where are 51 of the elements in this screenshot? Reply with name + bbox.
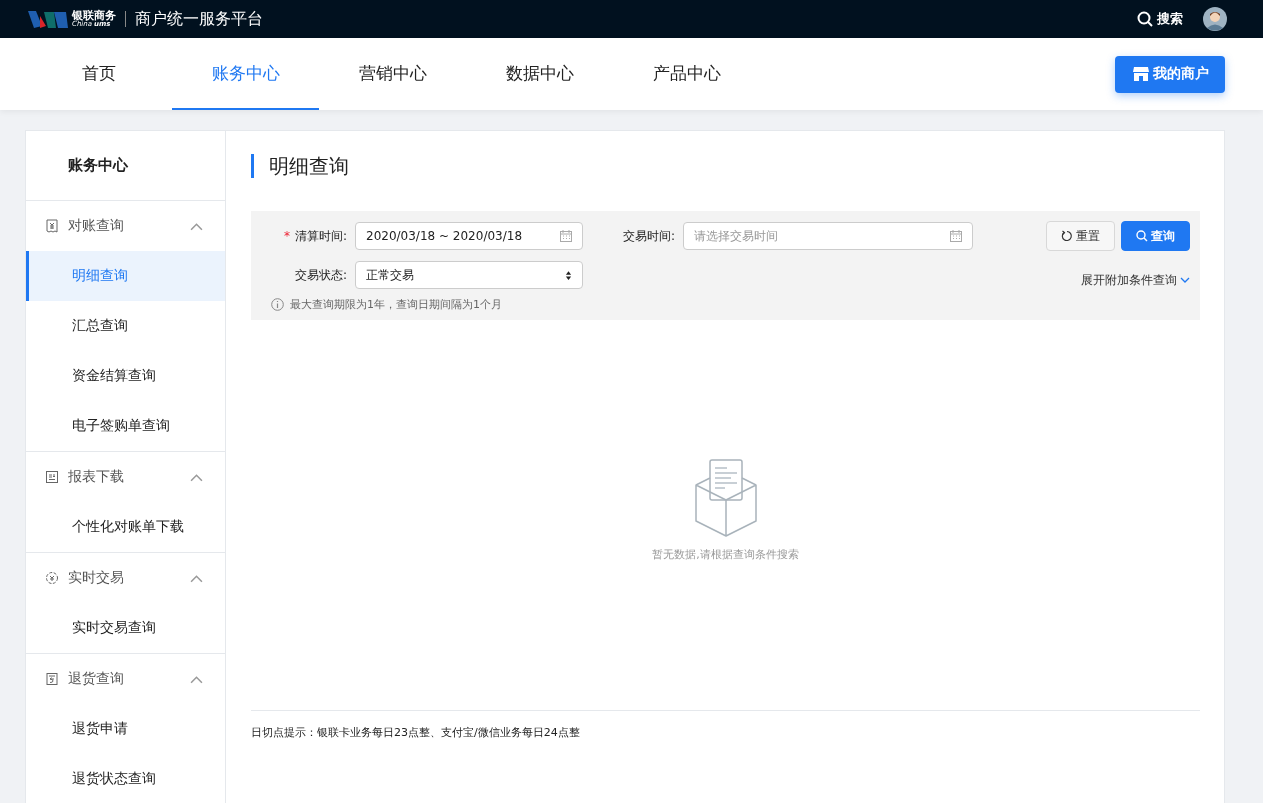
avatar-icon[interactable] <box>1203 7 1227 31</box>
sidebar-item[interactable]: 汇总查询 <box>26 301 225 351</box>
reset-button[interactable]: 重置 <box>1046 221 1115 251</box>
empty-message: 暂无数据,请根据查询条件搜索 <box>652 546 799 562</box>
nav-tab[interactable]: 数据中心 <box>466 38 613 110</box>
my-merchant-button[interactable]: 我的商户 <box>1115 55 1225 93</box>
nav-tab[interactable]: 产品中心 <box>613 38 760 110</box>
search-icon <box>1136 230 1148 242</box>
logo-icon <box>26 8 70 30</box>
expand-conditions-link[interactable]: 展开附加条件查询 <box>1081 272 1190 289</box>
group-icon <box>45 470 59 484</box>
status-label: 交易状态: <box>293 266 348 284</box>
status-select[interactable]: 正常交易 <box>355 261 583 289</box>
sidebar-item[interactable]: 退货申请 <box>26 704 225 754</box>
nav-tab[interactable]: 营销中心 <box>319 38 466 110</box>
calendar-icon <box>950 230 962 242</box>
sidebar-title: 账务中心 <box>26 131 225 201</box>
trade-time-label: 交易时间: <box>621 227 676 245</box>
search-link[interactable]: 搜索 <box>1137 10 1183 28</box>
empty-box-icon <box>694 458 757 537</box>
group-icon <box>45 219 59 233</box>
sidebar-item[interactable]: 退货状态查询 <box>26 754 225 803</box>
sidebar-item[interactable]: 实时交易查询 <box>26 603 225 653</box>
sidebar-group[interactable]: 对账查询 <box>26 201 225 251</box>
required-mark: * <box>283 228 290 243</box>
cutoff-note: 日切点提示：银联卡业务每日23点整、支付宝/微信业务每日24点整 <box>251 725 581 741</box>
refresh-icon <box>1061 230 1073 242</box>
sidebar-item[interactable]: 电子签购单查询 <box>26 401 225 451</box>
store-icon <box>1131 66 1150 82</box>
search-icon <box>1137 11 1153 27</box>
sidebar-item[interactable]: 明细查询 <box>26 251 225 301</box>
select-arrows-icon <box>565 269 572 281</box>
query-button[interactable]: 查询 <box>1121 221 1190 251</box>
nav-tab[interactable]: 首页 <box>25 38 172 110</box>
info-icon <box>271 298 284 311</box>
group-icon <box>45 672 59 686</box>
chevron-down-icon <box>1180 277 1190 284</box>
sidebar-item[interactable]: 个性化对账单下载 <box>26 502 225 552</box>
sidebar-item[interactable]: 资金结算查询 <box>26 351 225 401</box>
platform-title: 商户统一服务平台 <box>135 8 263 30</box>
sidebar-group[interactable]: 实时交易 <box>26 553 225 603</box>
hint-text: 最大查询期限为1年，查询日期间隔为1个月 <box>290 297 502 312</box>
logo-text: 银联商务 <box>72 10 116 21</box>
group-icon <box>45 571 59 585</box>
page-title: 明细查询 <box>251 154 1200 178</box>
sidebar-group[interactable]: 报表下载 <box>26 452 225 502</box>
calendar-icon <box>560 230 572 242</box>
settle-time-field[interactable]: 2020/03/18 ~ 2020/03/18 <box>355 222 583 250</box>
nav-tab[interactable]: 账务中心 <box>172 38 319 110</box>
sidebar-group[interactable]: 退货查询 <box>26 654 225 704</box>
settle-time-label: 清算时间: <box>294 228 347 243</box>
